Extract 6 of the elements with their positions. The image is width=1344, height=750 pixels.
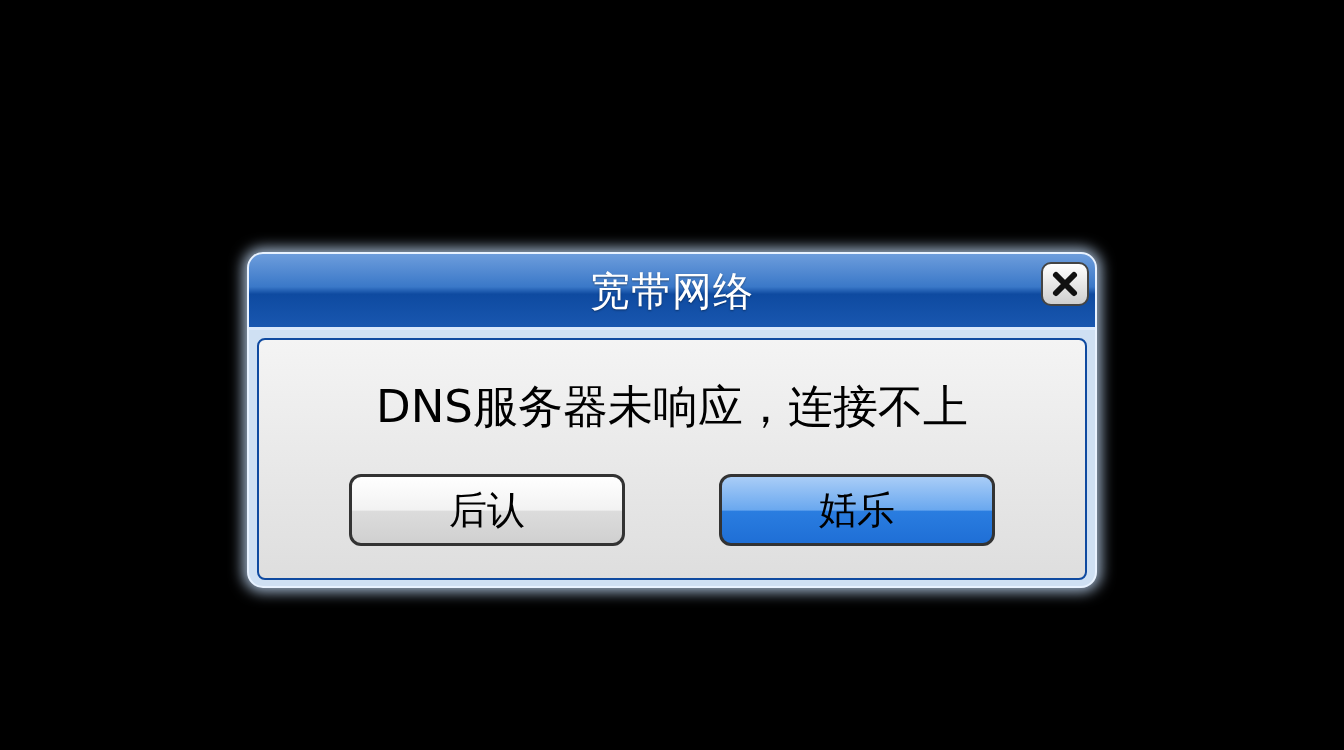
close-icon xyxy=(1051,270,1079,298)
close-button[interactable] xyxy=(1041,262,1089,306)
dialog-button[interactable]: 姡乐 xyxy=(719,474,995,546)
dialog-title: 宽带网络 xyxy=(590,266,754,316)
dialog-button[interactable]: 后认 xyxy=(349,474,625,546)
message-text: DNS服务器未响应，连接不上 xyxy=(376,380,968,434)
